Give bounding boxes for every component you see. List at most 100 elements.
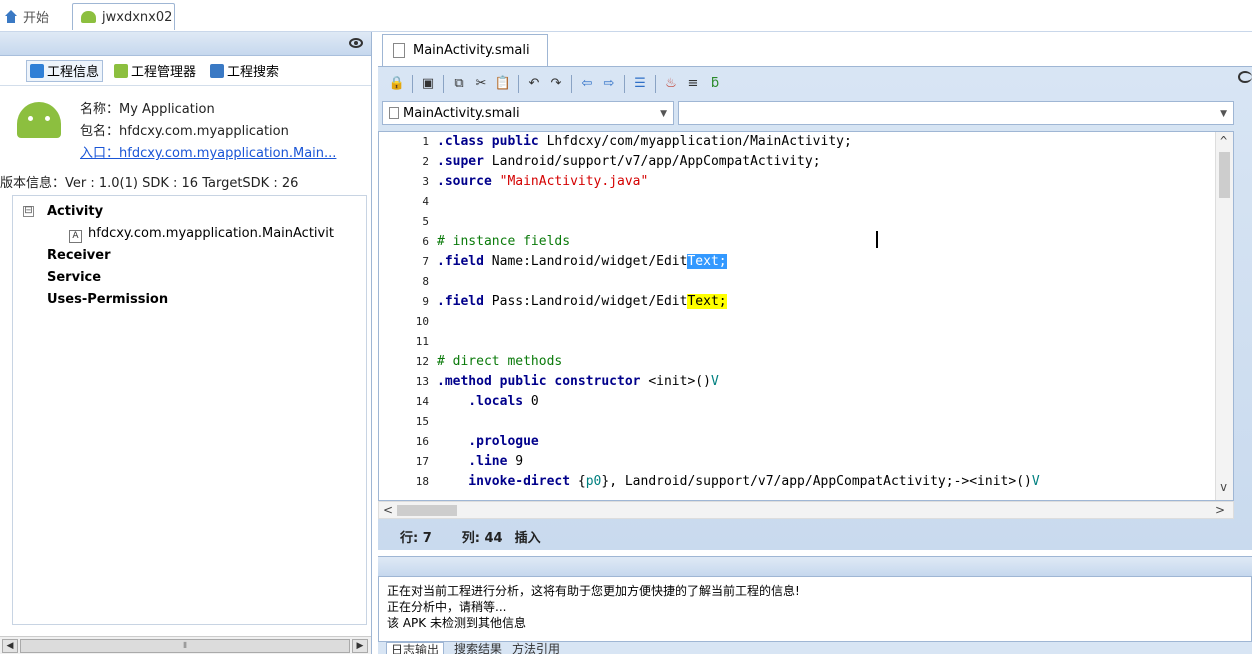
code-token: Lhfdcxy/com/myapplication/MainActivity; — [538, 134, 852, 149]
code-token: V — [710, 374, 719, 389]
code-vscroll-thumb[interactable] — [1219, 152, 1230, 198]
scroll-left-icon[interactable]: < — [383, 503, 393, 517]
line-number: 7 — [422, 255, 429, 268]
tab-log-output[interactable]: 日志输出 — [386, 642, 445, 654]
code-line: 1 .class public Lhfdcxy/com/myapplication… — [379, 132, 852, 152]
scroll-right-icon[interactable]: > — [1215, 503, 1225, 517]
cut-icon[interactable]: ✂ — [472, 75, 490, 93]
code-hscroll-thumb[interactable] — [397, 505, 457, 516]
list-icon[interactable]: ≡ — [684, 75, 702, 93]
toolbar-separator — [624, 75, 625, 93]
code-token: Landroid/support/v7/app/AppCompatActivit… — [483, 154, 821, 169]
android-icon — [81, 11, 96, 23]
project-info: 名称：My Application 包名：hfdcxy.com.myapplic… — [0, 86, 371, 176]
forward-icon[interactable]: ⇨ — [600, 75, 618, 93]
lock-icon[interactable]: 🔒 — [388, 75, 406, 93]
code-line: 17 .line 9 — [379, 452, 523, 472]
collapse-toggle[interactable]: ⊟ — [23, 206, 34, 217]
code-token: Text; — [687, 294, 727, 309]
tab-search-results[interactable]: 搜索结果 — [454, 642, 502, 654]
eye-icon[interactable] — [349, 38, 363, 48]
save-icon[interactable]: ▣ — [419, 75, 437, 93]
code-line: 16 .prologue — [379, 432, 539, 452]
code-token: Pass:Landroid/widget/Edit — [483, 294, 688, 309]
editor-eye-icon[interactable] — [1238, 71, 1252, 83]
scroll-down-icon[interactable]: v — [1220, 480, 1227, 494]
java-icon[interactable]: ♨ — [662, 75, 680, 93]
log-line: 正在分析中，请稍等... — [387, 600, 507, 614]
line-number: 3 — [422, 175, 429, 188]
paste-icon[interactable]: 📋 — [494, 75, 512, 93]
code-token: .field — [437, 254, 484, 269]
code-token: { — [570, 474, 586, 489]
output-log: 正在对当前工程进行分析，这将有助于您更加方便快捷的了解当前工程的信息! 正在分析… — [378, 576, 1252, 642]
line-number: 5 — [422, 215, 429, 228]
tab-project-search[interactable]: 工程搜索 — [207, 60, 282, 82]
back-icon[interactable]: ⇦ — [578, 75, 596, 93]
chevron-down-icon: ▼ — [1220, 109, 1227, 119]
tree-item-main-activity[interactable]: Ahfdcxy.com.myapplication.MainActivit — [69, 226, 334, 243]
code-horizontal-scrollbar[interactable]: < > — [378, 501, 1234, 519]
project-panel-tabs: 工程信息 工程管理器 工程搜索 — [0, 56, 371, 86]
line-number: 14 — [415, 395, 429, 408]
undo-icon[interactable]: ↶ — [525, 75, 543, 93]
file-select-value: MainActivity.smali — [403, 105, 520, 121]
tree-item-uses-permission[interactable]: Uses-Permission — [47, 292, 168, 307]
tree-item-receiver[interactable]: Receiver — [47, 248, 111, 263]
line-number: 6 — [422, 235, 429, 248]
app-entry-link[interactable]: 入口：hfdcxy.com.myapplication.Main... — [80, 142, 336, 161]
line-number: 2 — [422, 155, 429, 168]
line-number: 4 — [422, 195, 429, 208]
redo-icon[interactable]: ↷ — [547, 75, 565, 93]
code-editor[interactable]: 1 .class public Lhfdcxy/com/myapplication… — [378, 131, 1234, 501]
code-line: 18 invoke-direct {p0}, Landroid/support/… — [379, 472, 1040, 492]
tab-project-manager[interactable]: 工程管理器 — [111, 60, 199, 82]
tree-item-activity[interactable]: Activity — [47, 204, 103, 219]
line-number: 17 — [415, 455, 429, 468]
scroll-thumb[interactable]: ⦀ — [20, 639, 350, 653]
file-select[interactable]: MainActivity.smali ▼ — [382, 101, 674, 125]
java-file-icon — [389, 107, 399, 119]
scroll-right-icon[interactable]: ▶ — [352, 639, 368, 653]
home-icon — [4, 10, 18, 23]
tab-project-search-label: 工程搜索 — [227, 65, 280, 80]
member-select[interactable]: ▼ — [678, 101, 1234, 125]
code-vertical-scrollbar[interactable]: ^ v — [1215, 132, 1233, 500]
code-token: p0 — [585, 474, 602, 489]
compile-icon[interactable]: ƃ — [706, 75, 724, 93]
code-token: .prologue — [437, 434, 539, 449]
scroll-left-icon[interactable]: ◀ — [2, 639, 18, 653]
tab-method-references[interactable]: 方法引用 — [512, 642, 560, 654]
tab-main-activity-smali[interactable]: MainActivity.smali — [382, 34, 548, 66]
component-tree: ⊟ Activity Ahfdcxy.com.myapplication.Mai… — [12, 195, 367, 625]
scroll-up-icon[interactable]: ^ — [1220, 134, 1227, 148]
code-token: # instance fields — [437, 234, 571, 249]
code-token: .locals — [437, 394, 524, 409]
tab-project-info[interactable]: 工程信息 — [26, 59, 104, 82]
code-line: 6 # instance fields — [379, 232, 570, 252]
code-token: .class public — [437, 134, 539, 149]
code-line: 8 — [379, 272, 437, 292]
editor-frame: 🔒 ▣ ⧉ ✂ 📋 ↶ ↷ ⇦ ⇨ ☰ ♨ ≡ ƃ MainActivity.s… — [378, 66, 1252, 550]
output-panel-header — [378, 556, 1252, 576]
code-line: 14 .locals 0 — [379, 392, 539, 412]
format-icon[interactable]: ☰ — [631, 75, 649, 93]
code-token: Text; — [687, 254, 727, 269]
code-token: # direct methods — [437, 354, 563, 369]
code-line: 5 — [379, 212, 437, 232]
code-token: Name:Landroid/widget/Edit — [483, 254, 688, 269]
tab-home[interactable]: 开始 — [4, 3, 68, 30]
left-horizontal-scrollbar[interactable]: ◀ ⦀ ▶ — [0, 636, 371, 654]
project-panel-header — [0, 32, 371, 56]
app-package: 包名：hfdcxy.com.myapplication — [80, 124, 289, 139]
tab-project[interactable]: jwxdxnx02 — [72, 3, 175, 30]
android-logo-icon — [17, 102, 61, 138]
code-line: 3 .source "MainActivity.java" — [379, 172, 648, 192]
project-panel: 工程信息 工程管理器 工程搜索 名称：My Application 包名：hfd… — [0, 32, 372, 654]
line-number: 9 — [422, 295, 429, 308]
top-tab-bar: 开始 jwxdxnx02 — [0, 0, 1252, 32]
line-number: 13 — [415, 375, 429, 388]
line-number: 15 — [415, 415, 429, 428]
tree-item-service[interactable]: Service — [47, 270, 101, 285]
copy-icon[interactable]: ⧉ — [450, 75, 468, 93]
